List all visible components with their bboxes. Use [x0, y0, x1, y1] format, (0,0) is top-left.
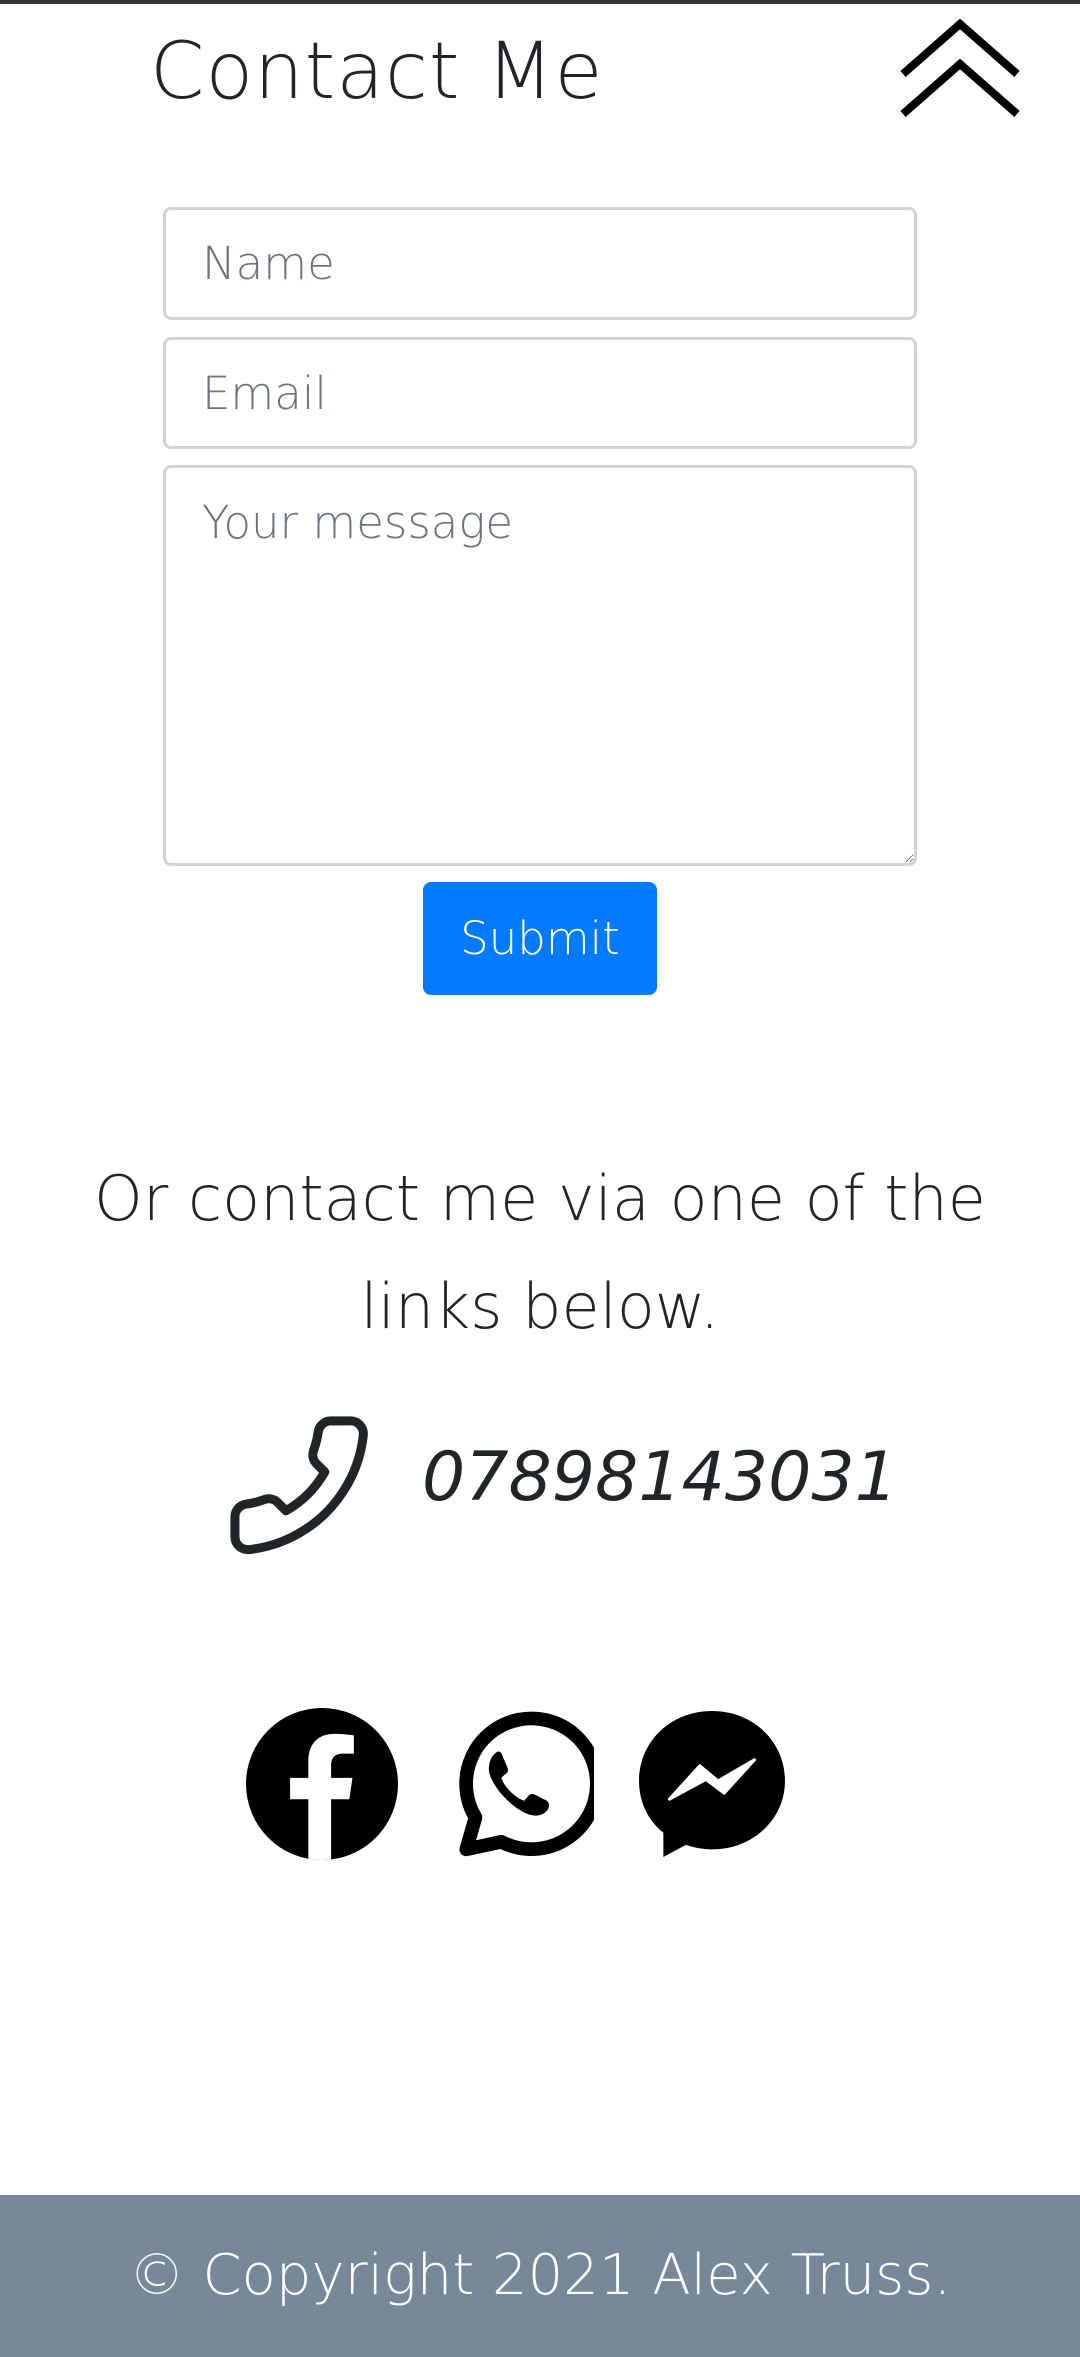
message-field[interactable]	[163, 465, 917, 866]
phone-number-link[interactable]: 07898143031	[422, 1438, 898, 1518]
facebook-icon	[246, 1708, 398, 1860]
facebook-link[interactable]	[246, 1708, 398, 1860]
name-field[interactable]	[163, 207, 917, 320]
messenger-icon	[639, 1711, 785, 1857]
double-chevron-up-icon	[900, 18, 1020, 118]
page-title: Contact Me	[150, 27, 604, 117]
whatsapp-icon	[459, 1711, 594, 1857]
back-to-top-button[interactable]	[895, 12, 1025, 122]
whatsapp-link[interactable]	[442, 1708, 594, 1860]
phone-icon	[222, 1408, 377, 1563]
footer: © Copyright 2021 Alex Truss.	[0, 2195, 1080, 2357]
submit-button[interactable]: Submit	[423, 882, 657, 995]
email-field[interactable]	[163, 337, 917, 449]
messenger-link[interactable]	[636, 1708, 788, 1860]
top-border	[0, 0, 1080, 4]
alt-contact-text: Or contact me via one of the links below…	[94, 1162, 986, 1343]
copyright-text: © Copyright 2021 Alex Truss.	[128, 2243, 952, 2308]
